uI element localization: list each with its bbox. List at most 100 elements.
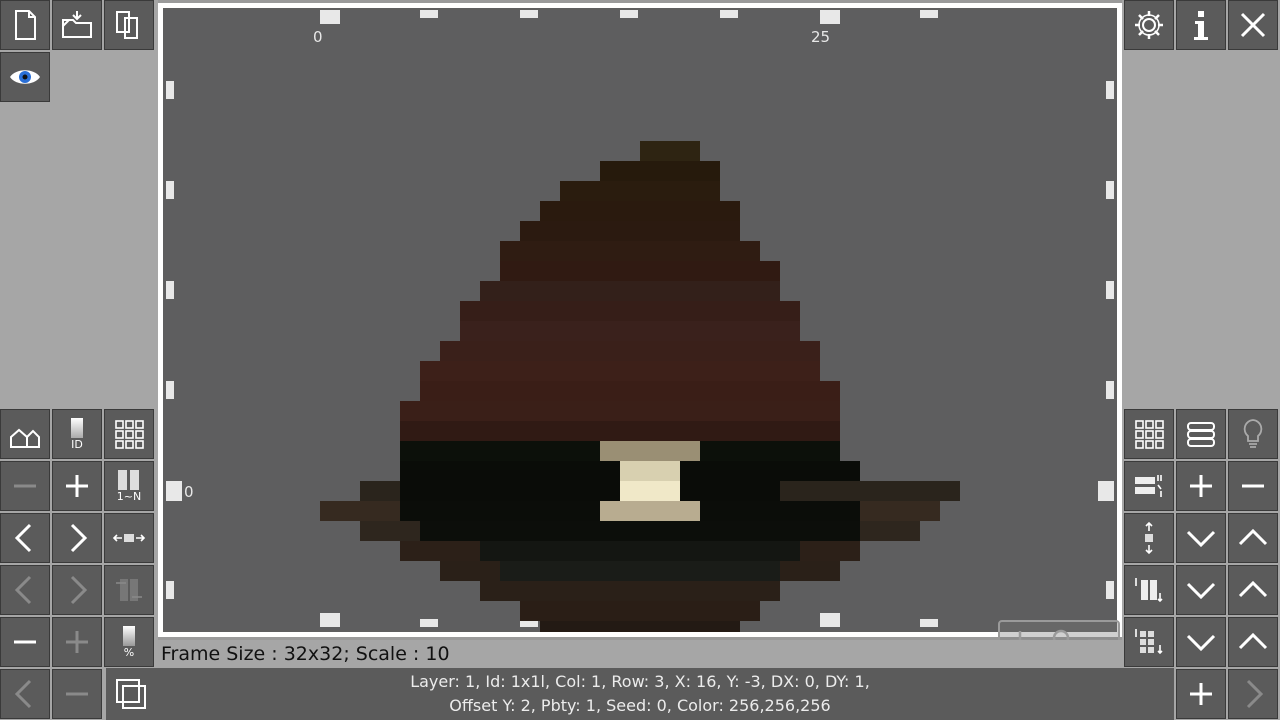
sprite-canvas[interactable]: 0 25 0: [163, 8, 1117, 632]
move-vertical-icon: [1145, 521, 1153, 555]
sprite-pixel: [420, 541, 440, 561]
sprite-pixel: [520, 261, 540, 281]
sprite-pixel: [420, 401, 440, 421]
sprite-pixel: [820, 501, 840, 521]
sprite-pixel: [440, 521, 460, 541]
hint-button[interactable]: [1228, 409, 1278, 459]
sprite-pixel: [760, 481, 780, 501]
sprite-pixel: [720, 581, 740, 601]
sprite-pixel: [680, 201, 700, 221]
remove-disabled-button[interactable]: [52, 669, 102, 719]
home-layer-button[interactable]: [0, 409, 50, 459]
plus-button[interactable]: [52, 461, 102, 511]
settings-button[interactable]: [1124, 0, 1174, 50]
visibility-button[interactable]: [0, 52, 50, 102]
sprite-pixel: [480, 301, 500, 321]
sprite-pixel: [760, 581, 780, 601]
row-up-button[interactable]: [1228, 617, 1278, 667]
sprite-pixel: [700, 201, 720, 221]
column-up-button[interactable]: [1228, 565, 1278, 615]
chevron-left-icon: [14, 575, 32, 605]
sort-columns-button[interactable]: [1124, 565, 1174, 615]
back-disabled-button[interactable]: [0, 669, 50, 719]
id-button[interactable]: ID: [52, 409, 102, 459]
sprite-pixel: [640, 241, 660, 261]
sprite-pixel: [680, 481, 700, 501]
sprite-pixel: [520, 461, 540, 481]
add-layer-button[interactable]: [1176, 461, 1226, 511]
sprite-pixel: [640, 481, 660, 501]
sprite-pixel: [460, 301, 480, 321]
ruler-tick: [1106, 381, 1114, 399]
sprite-pixel: [560, 601, 580, 621]
range-button[interactable]: 1~N: [104, 461, 154, 511]
sprite-pixel: [560, 221, 580, 241]
chevron-down-icon: [1186, 634, 1216, 652]
move-horizontal-button[interactable]: [104, 513, 154, 563]
sprite-pixel: [820, 441, 840, 461]
zoom-out-button[interactable]: [0, 617, 50, 667]
column-down-button[interactable]: [1176, 565, 1226, 615]
move-down-button[interactable]: [1176, 513, 1226, 563]
sprite-pixel: [540, 261, 560, 281]
open-folder-button[interactable]: [52, 0, 102, 50]
ruler-tick: [720, 10, 738, 18]
layers-button[interactable]: [1176, 409, 1226, 459]
ruler-tick: [420, 619, 438, 627]
sprite-pixel: [720, 301, 740, 321]
next-disabled-button[interactable]: [52, 565, 102, 615]
tileset-grid-button[interactable]: [1124, 409, 1174, 459]
remove-layer-button[interactable]: [1228, 461, 1278, 511]
previous-button[interactable]: [0, 513, 50, 563]
sprite-pixel: [580, 541, 600, 561]
sprite-pixel: [640, 501, 660, 521]
sprite-pixel: [580, 461, 600, 481]
sprite-pixel: [700, 581, 720, 601]
sprite-pixel: [800, 381, 820, 401]
sprite-pixel: [460, 341, 480, 361]
swap-disabled-button[interactable]: [104, 565, 154, 615]
info-button[interactable]: [1176, 0, 1226, 50]
sprite-pixel: [700, 401, 720, 421]
sort-grid-button[interactable]: [1124, 617, 1174, 667]
next-button[interactable]: [52, 513, 102, 563]
sprite-pixel: [420, 501, 440, 521]
sprite-pixel: [700, 281, 720, 301]
chevron-down-icon: [1186, 530, 1216, 548]
sprite-pixel: [720, 241, 740, 261]
sprite-pixel: [760, 281, 780, 301]
minus-disabled-button[interactable]: [0, 461, 50, 511]
sprite-pixel: [660, 241, 680, 261]
sort-columns-icon: [1135, 578, 1163, 603]
sprite-pixel: [460, 441, 480, 461]
sprite-pixel: [520, 381, 540, 401]
copy-button[interactable]: [104, 0, 154, 50]
sprite-pixel: [640, 161, 660, 181]
plus-icon: [1190, 475, 1212, 497]
sprite-pixel: [640, 381, 660, 401]
previous-disabled-button[interactable]: [0, 565, 50, 615]
layer-order-button[interactable]: [1124, 461, 1174, 511]
zoom-in-disabled-button[interactable]: [52, 617, 102, 667]
forward-disabled-button[interactable]: [1228, 669, 1278, 719]
move-up-button[interactable]: [1228, 513, 1278, 563]
sprite-pixel: [620, 401, 640, 421]
sprite-pixel: [680, 181, 700, 201]
percent-button[interactable]: %: [104, 617, 154, 667]
sprite-pixel: [800, 461, 820, 481]
sprite-pixel: [660, 221, 680, 241]
sprite-pixel: [700, 161, 720, 181]
sprite-pixel: [760, 341, 780, 361]
new-file-button[interactable]: [0, 0, 50, 50]
sprite-pixel: [520, 361, 540, 381]
sprite-pixel: [500, 401, 520, 421]
sprite-pixel: [580, 281, 600, 301]
move-vertical-button[interactable]: [1124, 513, 1174, 563]
grid-button[interactable]: [104, 409, 154, 459]
row-down-button[interactable]: [1176, 617, 1226, 667]
add-bottom-button[interactable]: [1176, 669, 1226, 719]
close-button[interactable]: [1228, 0, 1278, 50]
sprite-pixel: [780, 361, 800, 381]
sprite-pixel: [640, 441, 660, 461]
sprite-pixel: [900, 521, 920, 541]
